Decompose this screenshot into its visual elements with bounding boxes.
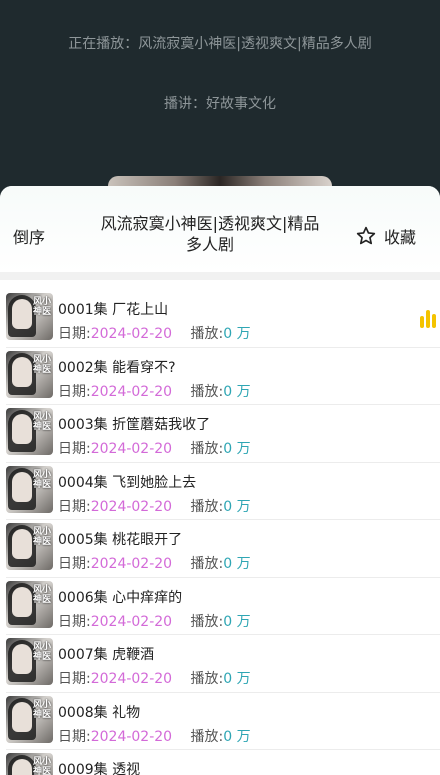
date-label: 日期: [58,728,91,745]
episode-date: 2024-02-20 [90,441,173,457]
cover-text: 风小神医 [33,412,52,432]
episode-cover-thumbnail: 风小神医 [6,753,53,775]
episode-cover-thumbnail: 风小神医 [6,408,53,455]
narrator-text: 播讲：好故事文化 [164,96,276,112]
reverse-order-button[interactable]: 倒序 [13,224,45,248]
episode-plays: 0 万 [223,613,251,630]
episode-cover-thumbnail: 风小神医 [6,293,53,340]
cover-text: 风小神医 [33,757,52,775]
episode-title: 0008集 礼物 [58,704,141,721]
episode-date: 2024-02-20 [90,613,173,630]
favorite-button[interactable]: 收藏 [355,224,416,248]
episode-meta: 日期:2024-02-20 播放:0 万 [58,496,251,516]
episode-title: 0009集 透视 [58,762,141,775]
episode-meta: 日期:2024-02-20 播放:0 万 [58,668,251,688]
date-label: 日期: [58,441,91,457]
player-background: 正在播放：风流寂寞小神医|透视爽文|精品多人剧 播讲：好故事文化 [0,0,440,206]
episode-plays: 0 万 [223,441,251,457]
plays-label: 播放: [190,326,224,342]
date-label: 日期: [58,383,91,400]
episode-row[interactable]: 风小神医 0009集 透视 日期:2024-02-20 播放:0 万 [0,750,440,775]
plays-label: 播放: [190,498,224,515]
plays-label: 播放: [190,383,224,400]
episode-cover-thumbnail: 风小神医 [6,523,53,570]
episode-row[interactable]: 风小神医 0007集 虎鞭酒 日期:2024-02-20 播放:0 万 [0,635,440,693]
episode-title: 0004集 飞到她脸上去 [58,474,197,491]
date-label: 日期: [58,326,91,342]
episode-date: 2024-02-20 [90,671,173,687]
episode-meta: 日期:2024-02-20 播放:0 万 [58,553,251,573]
episode-title: 0001集 厂花上山 [58,302,169,318]
star-icon [356,226,376,245]
episode-plays: 0 万 [223,326,251,342]
playlist-title: 风流寂寞小神医|透视爽文|精品多人剧 [100,214,320,254]
cover-text: 风小神医 [33,642,52,662]
episode-meta: 日期:2024-02-20 播放:0 万 [58,726,251,746]
episode-cover-thumbnail: 风小神医 [6,350,53,398]
episode-cover-thumbnail: 风小神医 [6,580,53,628]
episode-row[interactable]: 风小神医 0005集 桃花眼开了 日期:2024-02-20 播放:0 万 [0,520,440,578]
date-label: 日期: [58,613,91,630]
plays-label: 播放: [190,441,224,457]
cover-text: 风小神医 [33,527,52,547]
episode-date: 2024-02-20 [90,556,173,572]
episode-meta: 日期:2024-02-20 播放:0 万 [58,438,251,458]
episode-plays: 0 万 [223,383,251,400]
cover-text: 风小神医 [33,297,52,317]
episode-plays: 0 万 [223,556,251,572]
plays-label: 播放: [190,728,224,745]
episode-meta: 日期:2024-02-20 播放:0 万 [58,323,251,343]
date-label: 日期: [58,556,91,572]
sheet-header: 倒序 风流寂寞小神医|透视爽文|精品多人剧 收藏 [0,186,440,272]
episode-cover-thumbnail: 风小神医 [6,695,53,743]
episode-title: 0002集 能看穿不? [58,359,176,376]
divider [0,272,440,280]
episode-title: 0003集 折筐蘑菇我收了 [58,417,211,433]
episode-title: 0006集 心中痒痒的 [58,589,183,606]
episode-meta: 日期:2024-02-20 播放:0 万 [58,611,251,631]
episode-row[interactable]: 风小神医 0008集 礼物 日期:2024-02-20 播放:0 万 [0,693,440,750]
episode-cover-thumbnail: 风小神医 [6,465,53,513]
episode-plays: 0 万 [223,728,251,745]
episode-meta: 日期:2024-02-20 播放:0 万 [58,381,251,401]
now-playing-text: 正在播放：风流寂寞小神医|透视爽文|精品多人剧 [68,36,372,52]
episode-plays: 0 万 [223,671,251,687]
cover-text: 风小神医 [33,584,52,605]
plays-label: 播放: [190,671,224,687]
episode-date: 2024-02-20 [90,728,173,745]
episode-cover-thumbnail: 风小神医 [6,638,53,685]
episode-date: 2024-02-20 [90,498,173,515]
episode-list-sheet: 倒序 风流寂寞小神医|透视爽文|精品多人剧 收藏 风小神医 0001集 厂花上山… [0,186,440,775]
favorite-label: 收藏 [384,228,417,247]
episode-plays: 0 万 [223,498,251,515]
plays-label: 播放: [190,556,224,572]
episode-row[interactable]: 风小神医 0001集 厂花上山 日期:2024-02-20 播放:0 万 [0,290,440,348]
cover-text: 风小神医 [33,699,52,720]
episode-row[interactable]: 风小神医 0006集 心中痒痒的 日期:2024-02-20 播放:0 万 [0,578,440,635]
episode-row[interactable]: 风小神医 0003集 折筐蘑菇我收了 日期:2024-02-20 播放:0 万 [0,405,440,463]
plays-label: 播放: [190,613,224,630]
cover-text: 风小神医 [33,354,52,375]
episode-list: 风小神医 0001集 厂花上山 日期:2024-02-20 播放:0 万 风小神… [0,290,440,775]
episode-date: 2024-02-20 [90,326,173,342]
date-label: 日期: [58,498,91,515]
episode-title: 0007集 虎鞭酒 [58,647,155,663]
episode-row[interactable]: 风小神医 0004集 飞到她脸上去 日期:2024-02-20 播放:0 万 [0,463,440,520]
episode-title: 0005集 桃花眼开了 [58,532,183,548]
episode-date: 2024-02-20 [90,383,173,400]
date-label: 日期: [58,671,91,687]
now-playing-icon [420,310,440,328]
episode-row[interactable]: 风小神医 0002集 能看穿不? 日期:2024-02-20 播放:0 万 [0,348,440,405]
cover-text: 风小神医 [33,469,52,490]
